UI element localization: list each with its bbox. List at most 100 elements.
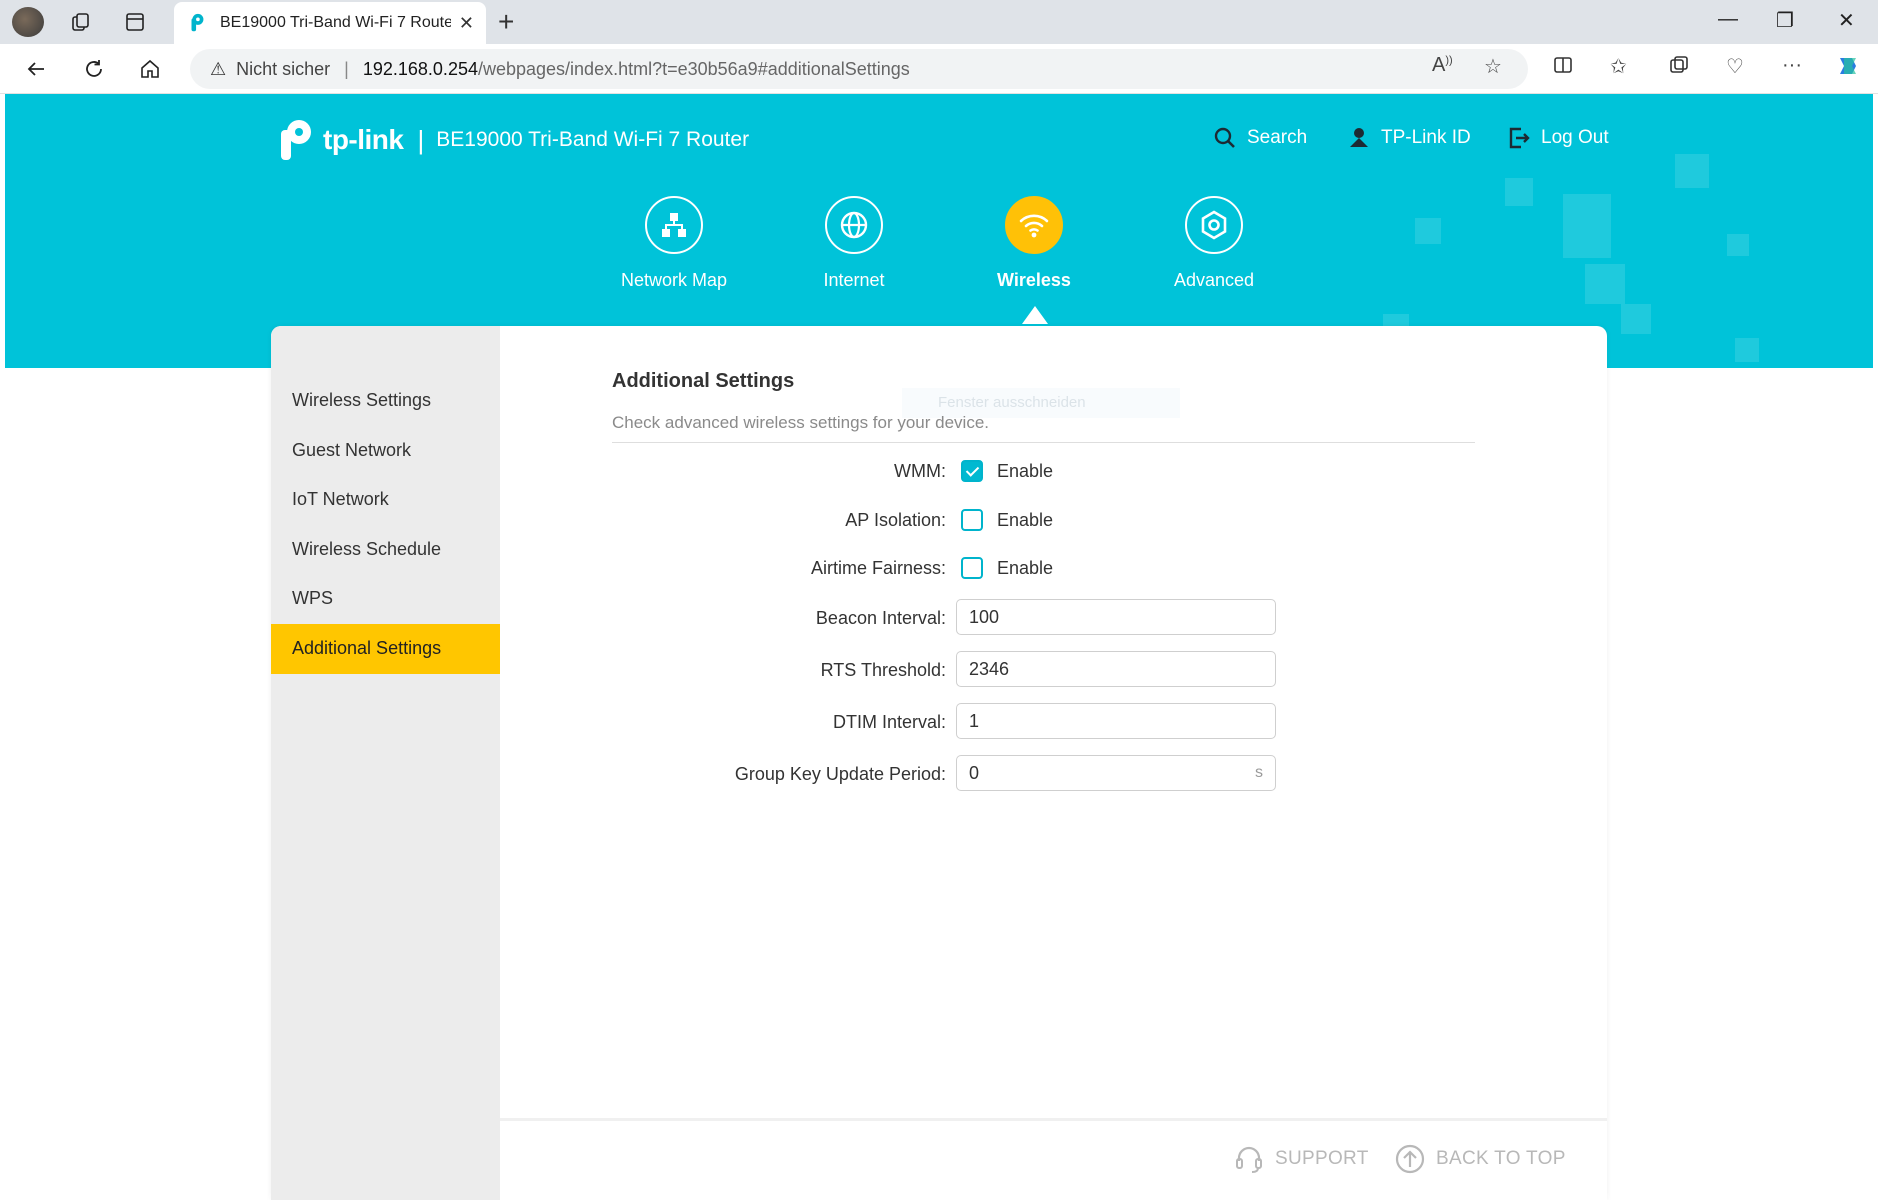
logout-label: Log Out [1541,127,1609,148]
logout-button[interactable]: Log Out [1507,126,1609,150]
sidebar-item-additional-settings[interactable]: Additional Settings [271,623,500,674]
dtim-interval-label: DTIM Interval: [832,712,946,732]
nav-wireless[interactable]: Wireless [954,196,1114,291]
tab-title: BE19000 Tri-Band Wi-Fi 7 Router [220,14,451,31]
favorite-star-icon[interactable]: ☆ [1484,54,1502,79]
sidebar-item-guest-network[interactable]: Guest Network [271,426,500,476]
search-label: Search [1247,127,1308,148]
beacon-interval-value: 100 [969,606,1000,627]
airtime-fairness-enable-label[interactable]: Enable [997,551,1053,585]
browser-essentials-icon[interactable]: ♡ [1726,54,1744,79]
more-options-icon[interactable]: ··· [1782,54,1802,77]
rts-threshold-input[interactable]: 2346 [956,651,1276,687]
restore-icon[interactable]: ❐ [1776,8,1794,33]
globe-icon [825,196,883,254]
arrow-up-circle-icon [1395,1144,1425,1174]
search-icon [1214,127,1235,148]
tab-actions-icon[interactable] [120,8,150,36]
brand-separator: | [417,124,425,155]
security-label[interactable]: Nicht sicher [236,59,330,80]
home-icon[interactable] [134,54,166,84]
reload-icon[interactable] [78,54,110,84]
back-to-top-link[interactable]: BACK TO TOP [1394,1143,1566,1175]
url-path: /webpages/index.html?t=e30b56a9#addition… [477,58,910,79]
sidebar-item-wps[interactable]: WPS [271,574,500,624]
wmm-label: WMM: [894,461,946,481]
wmm-enable-label[interactable]: Enable [997,454,1053,488]
tab-close-icon[interactable]: ✕ [459,13,474,34]
copilot-icon[interactable] [1834,52,1862,86]
main-content: Additional Settings Fenster ausschneiden… [500,326,1607,1200]
support-link[interactable]: SUPPORT [1233,1143,1369,1175]
warning-icon[interactable]: ⚠ [210,59,226,80]
rts-threshold-value: 2346 [969,658,1010,679]
beacon-interval-input[interactable]: 100 [956,599,1276,635]
nav-label: Wireless [997,270,1071,290]
airtime-fairness-checkbox[interactable] [961,557,983,579]
headset-icon [1236,1146,1262,1173]
group-key-input[interactable]: 0 s [956,755,1276,791]
page-title: Additional Settings [612,370,795,392]
nav-label: Internet [823,270,885,290]
router-model: BE19000 Tri-Band Wi-Fi 7 Router [436,128,750,151]
collections-icon[interactable] [1668,54,1690,82]
tplink-logo-icon [281,120,311,160]
workspaces-icon[interactable] [66,8,96,36]
close-window-icon[interactable]: ✕ [1838,8,1855,33]
sidebar-item-iot-network[interactable]: IoT Network [271,475,500,525]
settings-card: Wireless Settings Guest Network IoT Netw… [271,326,1607,1200]
tplink-id-label: TP-Link ID [1381,127,1471,148]
brand-header: tp-link | BE19000 Tri-Band Wi-Fi 7 Route… [271,116,749,164]
profile-avatar[interactable] [12,7,44,37]
sidebar-item-wireless-schedule[interactable]: Wireless Schedule [271,525,500,575]
beacon-interval-row: Beacon Interval: 100 [500,599,1607,635]
search-button[interactable]: Search [1213,126,1307,150]
ap-isolation-checkbox[interactable] [961,509,983,531]
nav-network-map[interactable]: Network Map [594,196,754,291]
active-browser-tab[interactable]: BE19000 Tri-Band Wi-Fi 7 Router ✕ [174,2,486,44]
dtim-interval-row: DTIM Interval: 1 [500,703,1607,739]
minimize-icon[interactable]: — [1718,8,1738,31]
gear-icon [1185,196,1243,254]
page-footer: SUPPORT BACK TO TOP [500,1118,1607,1200]
tplink-id-button[interactable]: TP-Link ID [1347,126,1471,150]
nav-label: Advanced [1173,270,1255,290]
url-field[interactable]: ⚠ Nicht sicher | 192.168.0.254/webpages/… [190,49,1528,89]
ap-isolation-label: AP Isolation: [845,510,946,530]
group-key-value: 0 [969,762,980,783]
split-screen-icon[interactable] [1552,54,1574,82]
group-key-label: Group Key Update Period: [734,764,946,784]
new-tab-icon[interactable]: + [498,6,514,38]
page-description: Check advanced wireless settings for you… [612,413,990,432]
url-host: 192.168.0.254 [362,58,478,79]
tplink-favicon-icon [191,13,204,32]
group-key-row: Group Key Update Period: 0 s [500,755,1607,791]
logout-icon [1509,127,1530,149]
address-bar-row: ⚠ Nicht sicher | 192.168.0.254/webpages/… [0,44,1878,94]
ap-isolation-enable-label[interactable]: Enable [997,503,1053,537]
active-nav-pointer [1022,306,1048,324]
airtime-fairness-label: Airtime Fairness: [810,558,946,578]
ap-isolation-row: AP Isolation: Enable [500,503,1607,537]
nav-label: Network Map [620,270,728,290]
brand-name: tp-link [323,124,404,155]
airtime-fairness-row: Airtime Fairness: Enable [500,551,1607,585]
sidebar: Wireless Settings Guest Network IoT Netw… [271,326,500,1200]
read-aloud-icon[interactable]: A)) [1432,54,1453,77]
sidebar-item-wireless-settings[interactable]: Wireless Settings [271,376,500,426]
group-key-unit: s [1255,764,1263,781]
favorites-icon[interactable]: ✩ [1610,54,1627,79]
wmm-checkbox[interactable] [961,460,983,482]
nav-advanced[interactable]: Advanced [1134,196,1294,291]
url-separator: | [344,58,349,79]
rts-threshold-row: RTS Threshold: 2346 [500,651,1607,687]
wifi-icon [1005,196,1063,254]
nav-internet[interactable]: Internet [774,196,934,291]
wmm-row: WMM: Enable [500,454,1607,488]
router-page: tp-link | BE19000 Tri-Band Wi-Fi 7 Route… [5,94,1873,1200]
back-icon[interactable] [20,54,52,84]
dtim-interval-value: 1 [969,710,980,731]
browser-tab-bar: BE19000 Tri-Band Wi-Fi 7 Router ✕ + — ❐ … [0,0,1878,44]
back-to-top-label: BACK TO TOP [1436,1148,1566,1169]
dtim-interval-input[interactable]: 1 [956,703,1276,739]
